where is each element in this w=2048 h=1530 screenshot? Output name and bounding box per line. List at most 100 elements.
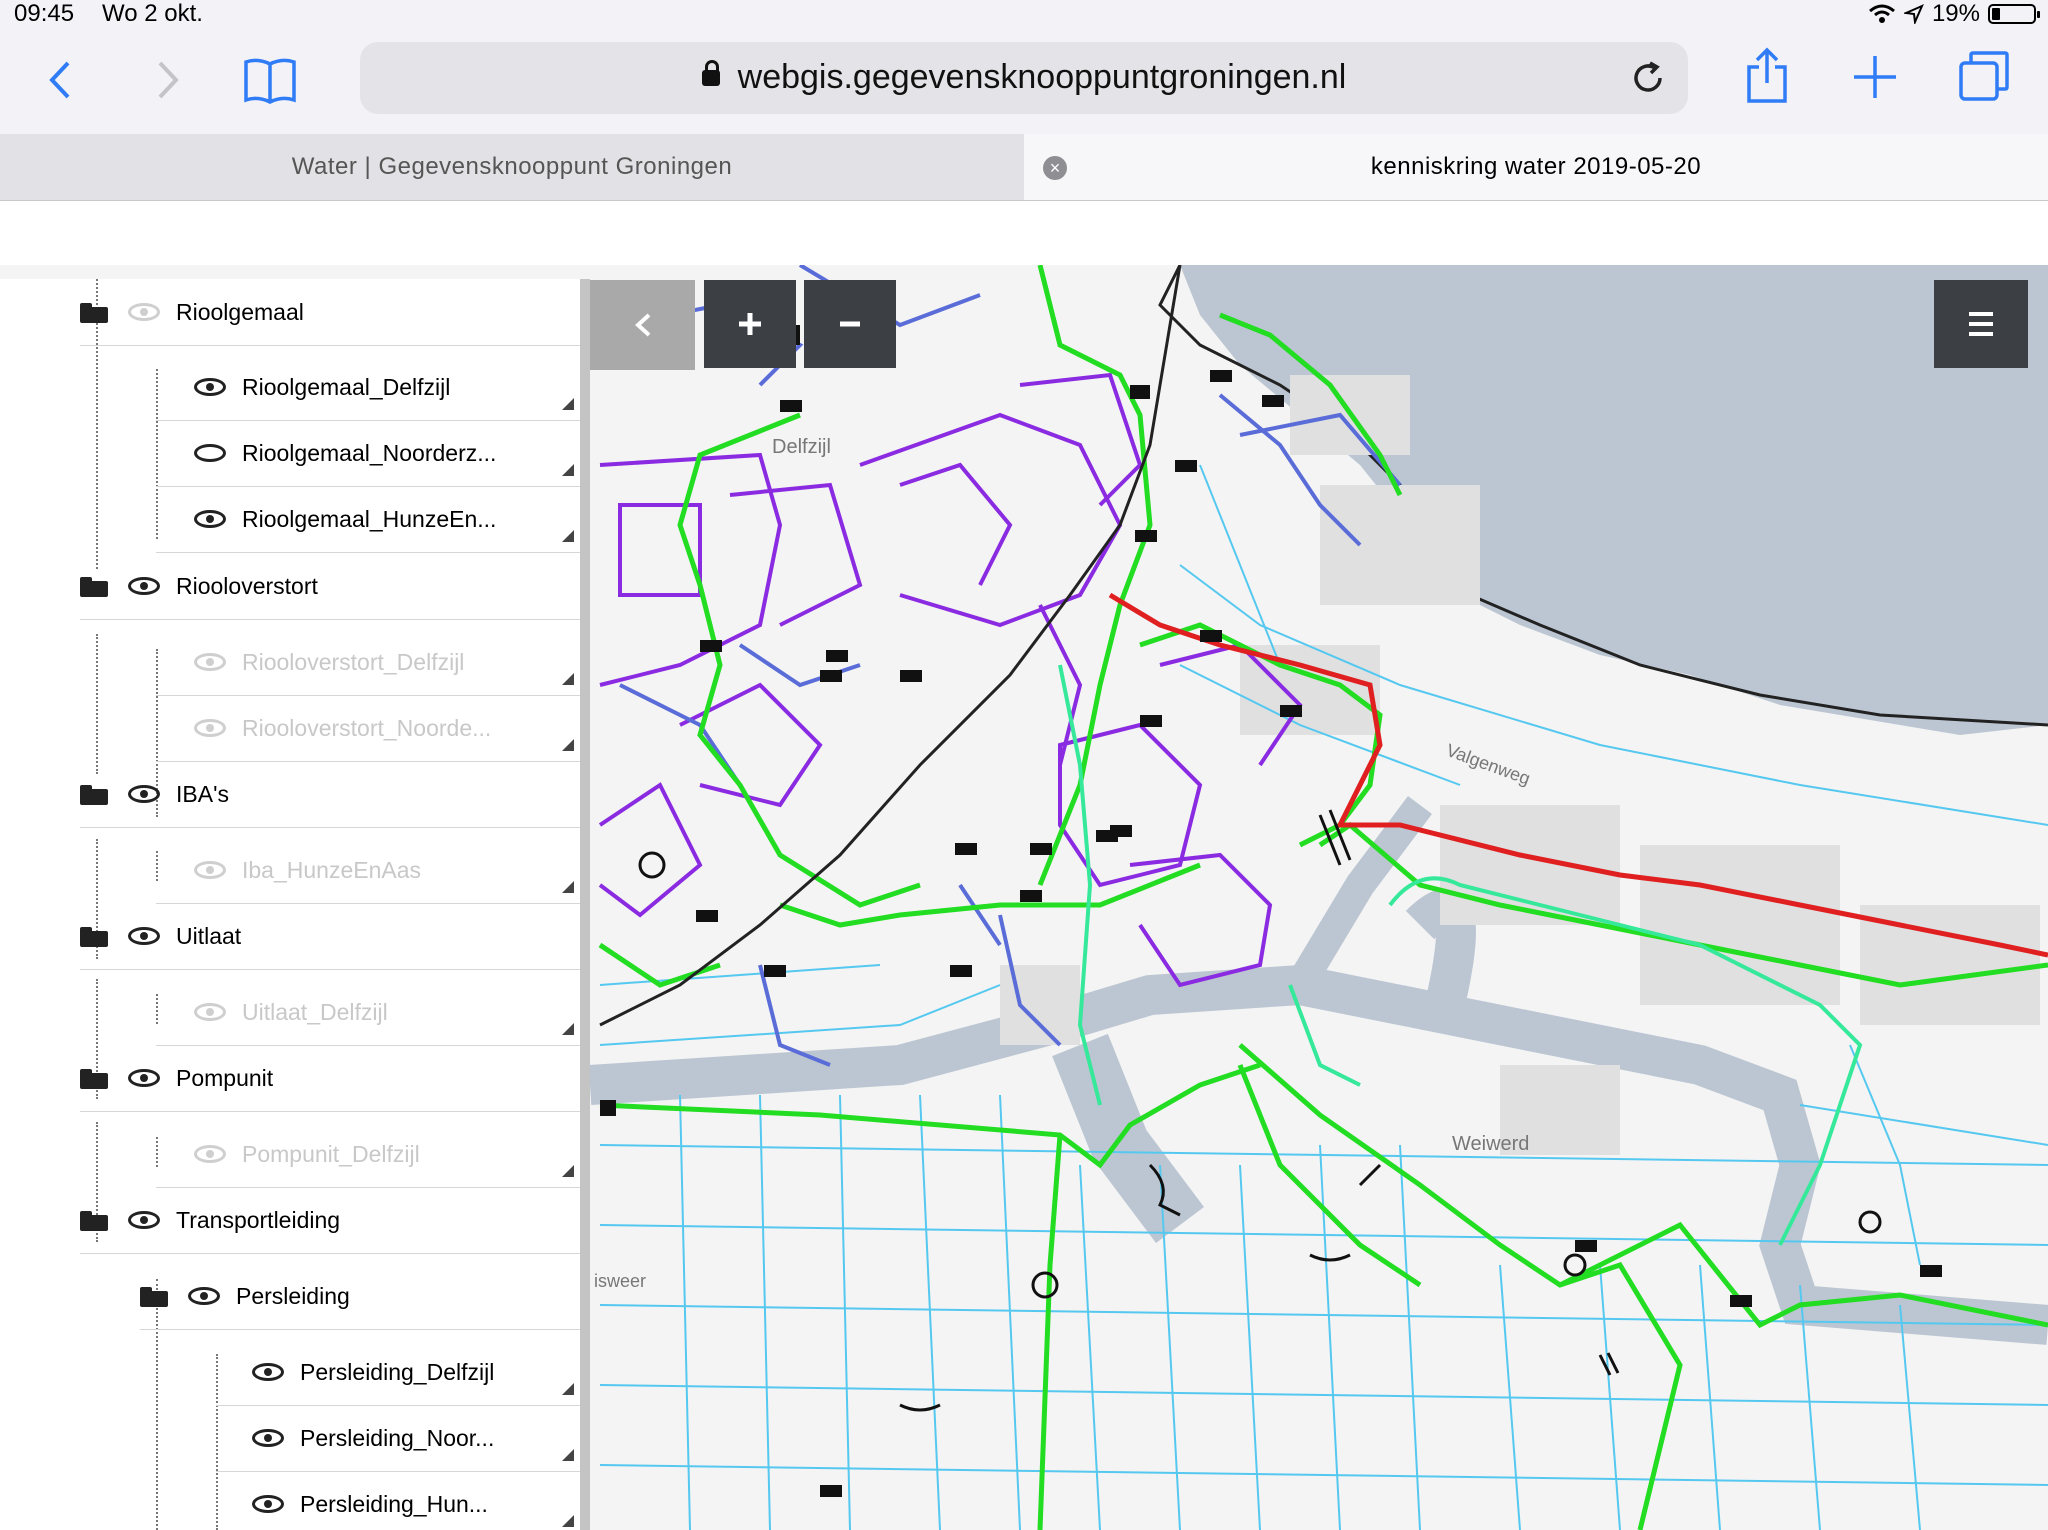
browser-toolbar: webgis.gegevensknooppuntgroningen.nl — [0, 30, 2048, 134]
layer-label: Uitlaat_Delfzijl — [242, 998, 388, 1025]
expand-triangle-icon[interactable] — [562, 1515, 574, 1527]
layer-label: Riooloverstort_Delfzijl — [242, 648, 465, 675]
layer-panel: Rioolgemaal Rioolgemaal_Delfzijl Rioolge… — [0, 279, 590, 1530]
eye-icon[interactable] — [194, 444, 226, 462]
layer-label: Persleiding_Noor... — [300, 1424, 495, 1451]
tab-kenniskring[interactable]: kenniskring water 2019-05-20 — [1024, 134, 2048, 200]
eye-icon[interactable] — [128, 927, 160, 945]
collapse-panel-button[interactable] — [590, 280, 695, 370]
map-label-weiwerd: Weiwerd — [1452, 1133, 1529, 1155]
eye-icon[interactable] — [194, 719, 226, 737]
expand-triangle-icon[interactable] — [562, 1449, 574, 1461]
back-button[interactable] — [40, 52, 80, 108]
expand-triangle-icon[interactable] — [562, 1023, 574, 1035]
folder-icon — [80, 925, 108, 947]
layer-group-iba[interactable]: IBA's — [80, 761, 580, 828]
layer-label: Iba_HunzeEnAas — [242, 856, 422, 883]
status-bar: 09:45 Wo 2 okt. 19% — [0, 0, 2048, 30]
lock-icon — [701, 60, 720, 86]
chevron-left-icon — [634, 313, 650, 337]
layer-item[interactable]: Iba_HunzeEnAas — [156, 837, 580, 904]
folder-icon — [80, 783, 108, 805]
status-indicators: 19% — [1868, 0, 2040, 28]
layer-label: Rioolgemaal_HunzeEn... — [242, 505, 497, 532]
eye-icon[interactable] — [194, 1003, 226, 1021]
layer-group-riooloverstort[interactable]: Riooloverstort — [80, 553, 580, 620]
layer-group-uitlaat[interactable]: Uitlaat — [80, 903, 580, 970]
eye-icon[interactable] — [194, 653, 226, 671]
eye-icon[interactable] — [128, 785, 160, 803]
tab-water[interactable]: Water | Gegevensknooppunt Groningen — [0, 134, 1024, 200]
eye-icon[interactable] — [188, 1287, 220, 1305]
layer-label: Persleiding_Delfzijl — [300, 1358, 495, 1385]
map-label-sweer: isweer — [594, 1271, 646, 1291]
map-label-delfzijl: Delfzijl — [772, 436, 831, 458]
layer-item[interactable]: Persleiding_Noor... — [216, 1405, 580, 1472]
menu-bar-icon — [1969, 322, 1993, 326]
layer-group-pompunit[interactable]: Pompunit — [80, 1045, 580, 1112]
expand-triangle-icon[interactable] — [562, 398, 574, 410]
eye-icon[interactable] — [128, 577, 160, 595]
eye-icon[interactable] — [194, 378, 226, 396]
tab-title: Water | Gegevensknooppunt Groningen — [291, 153, 733, 180]
share-button[interactable] — [1740, 44, 1794, 108]
expand-triangle-icon[interactable] — [562, 530, 574, 542]
forward-button[interactable] — [148, 52, 188, 108]
folder-icon — [80, 1209, 108, 1231]
layer-item[interactable]: Riooloverstort_Delfzijl — [156, 629, 580, 696]
layer-group-rioolgemaal[interactable]: Rioolgemaal — [80, 279, 580, 346]
zoom-out-button[interactable] — [804, 280, 896, 368]
folder-icon — [140, 1285, 168, 1307]
address-bar[interactable]: webgis.gegevensknooppuntgroningen.nl — [360, 42, 1688, 114]
layer-label: Rioolgemaal_Delfzijl — [242, 373, 451, 400]
zoom-in-button[interactable] — [704, 280, 796, 368]
expand-triangle-icon[interactable] — [562, 673, 574, 685]
eye-icon[interactable] — [252, 1429, 284, 1447]
layer-item[interactable]: Persleiding_Delfzijl — [216, 1339, 580, 1406]
layer-label: IBA's — [176, 780, 229, 807]
date: Wo 2 okt. — [102, 0, 203, 27]
layer-item[interactable]: Riooloverstort_Noorde... — [156, 695, 580, 762]
expand-triangle-icon[interactable] — [562, 739, 574, 751]
expand-triangle-icon[interactable] — [562, 881, 574, 893]
layer-item[interactable]: Rioolgemaal_Delfzijl — [156, 354, 580, 421]
plus-icon — [1854, 56, 1896, 98]
location-arrow-icon — [1903, 4, 1924, 24]
layer-label: Rioolgemaal_Noorderz... — [242, 439, 497, 466]
eye-icon[interactable] — [194, 1145, 226, 1163]
expand-triangle-icon[interactable] — [562, 464, 574, 476]
eye-icon[interactable] — [194, 510, 226, 528]
close-tab-icon[interactable]: × — [1043, 156, 1067, 180]
map-label-valgenweg: Valgenweg — [1444, 740, 1533, 789]
chevron-left-icon — [49, 61, 70, 99]
bookmarks-button[interactable] — [240, 50, 300, 110]
layer-label: Persleiding_Hun... — [300, 1490, 488, 1517]
eye-icon[interactable] — [128, 303, 160, 321]
layer-item[interactable]: Rioolgemaal_Noorderz... — [156, 420, 580, 487]
menu-bar-icon — [1969, 312, 1993, 316]
layer-item[interactable]: Pompunit_Delfzijl — [156, 1121, 580, 1188]
folder-icon — [80, 575, 108, 597]
eye-icon[interactable] — [252, 1495, 284, 1513]
layer-item[interactable]: Uitlaat_Delfzijl — [156, 979, 580, 1046]
tree-line — [96, 634, 98, 774]
expand-triangle-icon[interactable] — [562, 1383, 574, 1395]
hamburger-menu-button[interactable] — [1934, 280, 2028, 368]
new-tab-button[interactable] — [1848, 50, 1902, 104]
eye-icon[interactable] — [128, 1069, 160, 1087]
eye-icon[interactable] — [194, 861, 226, 879]
layer-item[interactable]: Persleiding_Hun... — [216, 1471, 580, 1530]
layer-group-persleiding[interactable]: Persleiding — [140, 1263, 580, 1330]
layer-label: Pompunit — [176, 1064, 274, 1091]
reload-icon[interactable] — [1630, 60, 1666, 96]
battery-icon — [1988, 4, 2040, 24]
layer-item[interactable]: Rioolgemaal_HunzeEn... — [156, 486, 580, 553]
expand-triangle-icon[interactable] — [562, 1165, 574, 1177]
eye-icon[interactable] — [252, 1363, 284, 1381]
eye-icon[interactable] — [128, 1211, 160, 1229]
tab-title: kenniskring water 2019-05-20 — [1370, 153, 1702, 180]
layer-group-transportleiding[interactable]: Transportleiding — [80, 1187, 580, 1254]
battery-percent: 19% — [1931, 0, 1980, 27]
tabs-overview-button[interactable] — [1956, 48, 2012, 104]
wifi-icon — [1868, 4, 1895, 23]
